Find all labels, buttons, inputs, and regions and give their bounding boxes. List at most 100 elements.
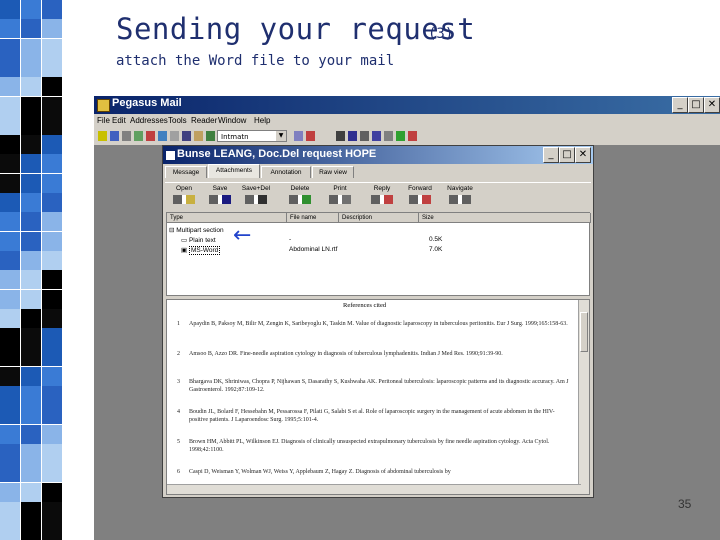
spell-icon[interactable] (306, 131, 315, 141)
filter-icon[interactable] (158, 131, 167, 141)
menu-reader[interactable]: Reader (191, 116, 217, 125)
page-number: 35 (678, 497, 692, 511)
strip-square (21, 173, 41, 193)
save-delete-button[interactable]: Save+Del (237, 185, 275, 204)
attachment-name: - (289, 236, 292, 243)
message-icon (165, 150, 176, 161)
column-type[interactable]: Type (167, 213, 287, 223)
column-description[interactable]: Description (339, 213, 419, 223)
strip-square (42, 231, 62, 251)
app-titlebar[interactable]: Pegasus Mail _ □ ✕ (94, 96, 720, 114)
message-maximize-button[interactable]: □ (559, 147, 575, 163)
list-item-selected[interactable]: ▣ MS-Word (181, 246, 221, 255)
mail-icon[interactable] (372, 131, 381, 141)
strip-square (0, 386, 20, 405)
slide-title: Sending your request (116, 12, 476, 46)
strip-square (21, 366, 41, 386)
attachment-description: Abdominal LN.rtf (289, 246, 338, 253)
document-preview: References cited 1 Apaydin B, Paksoy M, B… (166, 299, 590, 495)
strip-square (42, 308, 62, 328)
minimize-button[interactable]: _ (672, 97, 688, 113)
scroll-thumb[interactable] (580, 312, 588, 352)
open-button[interactable]: Open (165, 185, 203, 204)
check-mail-icon[interactable] (182, 131, 191, 141)
trash-icon[interactable] (146, 131, 155, 141)
strip-square (42, 270, 62, 290)
column-file-name[interactable]: File name (287, 213, 339, 223)
strip-square (0, 19, 20, 39)
tab-raw-view[interactable]: Raw view (312, 166, 354, 178)
new-message-icon[interactable] (98, 131, 107, 141)
save-button[interactable]: Save (201, 185, 239, 204)
list-item[interactable]: ▭ Plain text (181, 236, 216, 244)
menu-edit[interactable]: Edit (112, 116, 126, 125)
strip-square (42, 347, 62, 367)
delete-button[interactable]: Delete (281, 185, 319, 204)
strip-square (0, 270, 20, 290)
bomb-icon[interactable] (408, 131, 417, 141)
print-button[interactable]: Print (321, 185, 359, 204)
strip-square (21, 77, 41, 97)
strip-square (42, 96, 62, 116)
strip-square (42, 154, 62, 174)
strip-square (0, 212, 20, 232)
menu-help[interactable]: Help (254, 116, 270, 125)
vertical-scrollbar[interactable] (578, 300, 589, 494)
read-mail-icon[interactable] (110, 131, 119, 141)
strip-square (21, 115, 41, 135)
strip-square (0, 308, 20, 328)
glasses-icon[interactable] (336, 131, 345, 141)
menu-file[interactable]: File (97, 116, 110, 125)
menu-tools[interactable]: Tools (168, 116, 187, 125)
strip-square (0, 347, 20, 367)
strip-square (21, 38, 41, 58)
strip-square (42, 212, 62, 232)
save-delete-icon (245, 195, 267, 204)
strip-square (21, 405, 41, 425)
attach-icon[interactable] (348, 131, 357, 141)
message-close-button[interactable]: ✕ (575, 147, 591, 163)
strip-square (21, 501, 41, 521)
column-size[interactable]: Size (419, 213, 591, 223)
message-minimize-button[interactable]: _ (543, 147, 559, 163)
maximize-button[interactable]: □ (688, 97, 704, 113)
strip-square (42, 19, 62, 39)
options-icon[interactable] (206, 131, 215, 141)
strip-square (21, 135, 41, 155)
tab-attachments[interactable]: Attachments (208, 164, 260, 178)
strip-square (0, 289, 20, 309)
user-icon[interactable] (384, 131, 393, 141)
delete-icon (289, 195, 311, 204)
strip-square (21, 270, 41, 290)
strip-square (42, 482, 62, 502)
identity-combo[interactable]: Intmatn ▼ (217, 130, 287, 142)
close-button[interactable]: ✕ (704, 97, 720, 113)
strip-square (21, 231, 41, 251)
addressbook-icon[interactable] (122, 131, 131, 141)
strip-square (42, 443, 62, 463)
send-icon[interactable] (194, 131, 203, 141)
chevron-down-icon[interactable]: ▼ (276, 131, 286, 141)
folders-icon[interactable] (134, 131, 143, 141)
menu-addresses[interactable]: Addresses (130, 116, 168, 125)
tab-message[interactable]: Message (165, 166, 207, 178)
strip-square (0, 501, 20, 521)
tab-annotation[interactable]: Annotation (261, 166, 311, 178)
dollar-icon[interactable] (396, 131, 405, 141)
strip-square (0, 366, 20, 386)
list-item[interactable]: ⊟ Multipart section (169, 226, 224, 234)
strip-square (42, 405, 62, 425)
horizontal-scrollbar[interactable] (167, 484, 581, 494)
strip-square (0, 250, 20, 270)
strip-square (0, 482, 20, 502)
forward-button[interactable]: Forward (401, 185, 439, 204)
strip-square (21, 96, 41, 116)
message-titlebar[interactable]: Bunse LEANG, Doc.Del request HOPE _ □ ✕ (163, 146, 593, 164)
navigate-button[interactable]: Navigate (441, 185, 479, 204)
noticeboard-icon[interactable] (360, 131, 369, 141)
strip-square (42, 501, 62, 521)
menu-window[interactable]: Window (218, 116, 246, 125)
reply-button[interactable]: Reply (363, 185, 401, 204)
print-icon[interactable] (170, 131, 179, 141)
search-icon[interactable] (294, 131, 303, 141)
